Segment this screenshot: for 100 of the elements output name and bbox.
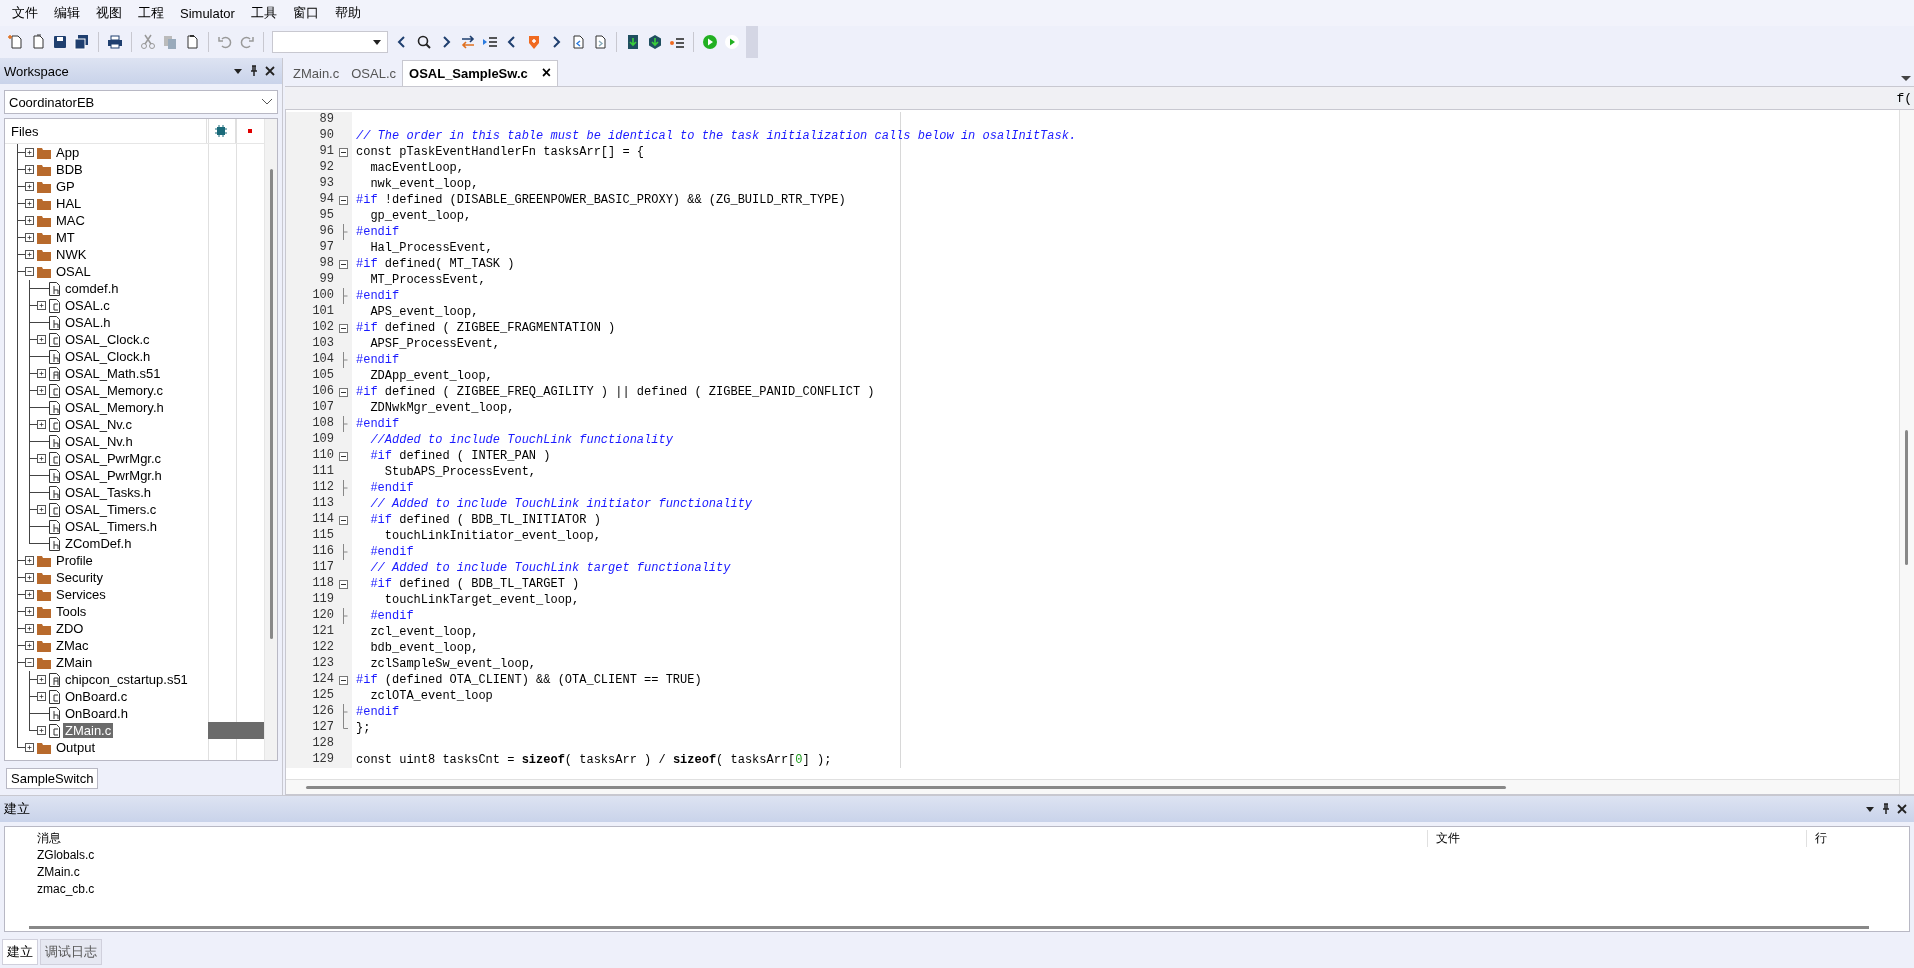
panel-tab[interactable]: SampleSwitch (6, 767, 99, 789)
tree-item[interactable]: OSAL_Memory.h (63, 400, 166, 415)
menu-item[interactable]: 文件 (4, 4, 46, 22)
expand-icon[interactable] (25, 199, 34, 208)
tree-item[interactable]: chipcon_cstartup.s51 (63, 672, 190, 687)
expand-icon[interactable] (25, 607, 34, 616)
tree-item[interactable]: OSAL.h (63, 315, 113, 330)
expand-icon[interactable] (37, 692, 46, 701)
tree-item[interactable]: OSAL_PwrMgr.h (63, 468, 164, 483)
tree-item[interactable]: OSAL_Clock.c (63, 332, 152, 347)
tree-item[interactable]: Services (54, 587, 108, 602)
search-icon[interactable] (416, 34, 432, 50)
scrollbar[interactable] (1899, 110, 1914, 794)
tree-item[interactable]: ZDO (54, 621, 86, 636)
tree-item[interactable]: MT (54, 230, 77, 245)
expand-icon[interactable] (25, 165, 34, 174)
tree-item[interactable]: ZComDef.h (63, 536, 134, 551)
tree-item[interactable]: OSAL_Timers.c (63, 502, 159, 517)
tree-item[interactable]: OnBoard.h (63, 706, 130, 721)
download-icon[interactable] (625, 34, 641, 50)
tree-item[interactable]: OSAL_Tasks.h (63, 485, 153, 500)
expand-icon[interactable] (25, 590, 34, 599)
print-icon[interactable] (107, 34, 123, 50)
collapse-icon[interactable] (25, 267, 34, 276)
expand-icon[interactable] (25, 743, 34, 752)
run-icon[interactable] (702, 34, 718, 50)
menu-item[interactable]: 工程 (130, 4, 172, 22)
menu-item[interactable]: 编辑 (46, 4, 88, 22)
hexagon-download-icon[interactable] (647, 34, 663, 50)
tree-item[interactable]: HAL (54, 196, 84, 211)
menu-item[interactable]: 窗口 (284, 4, 327, 22)
menu-item[interactable]: Simulator (172, 5, 243, 21)
file-tab[interactable]: OSAL_SampleSw.c × (402, 60, 559, 86)
expand-icon[interactable] (37, 675, 46, 684)
collapse-icon[interactable] (25, 658, 34, 667)
new-file-icon[interactable] (8, 34, 24, 50)
fold-icon[interactable] (338, 147, 348, 157)
expand-icon[interactable] (25, 641, 34, 650)
expand-icon[interactable] (37, 335, 46, 344)
panel-tab[interactable]: 建立 (2, 939, 38, 965)
tree-item[interactable]: OSAL_Timers.h (63, 519, 159, 534)
save-icon[interactable] (52, 34, 68, 50)
play-icon[interactable] (724, 34, 740, 50)
fold-icon[interactable] (338, 323, 348, 333)
tree-item[interactable]: NWK (54, 247, 89, 262)
tree-item[interactable]: Tools (54, 604, 89, 619)
expand-icon[interactable] (37, 301, 46, 310)
scrollbar[interactable] (286, 779, 1899, 794)
shield-icon[interactable] (526, 34, 542, 50)
expand-icon[interactable] (37, 454, 46, 463)
tree-item[interactable]: OSAL_Math.s51 (63, 366, 163, 381)
fold-icon[interactable] (338, 259, 348, 269)
expand-icon[interactable] (37, 369, 46, 378)
scrollbar[interactable] (264, 119, 277, 760)
close-tab-button[interactable]: × (541, 65, 552, 81)
fold-icon[interactable] (338, 195, 348, 205)
document-left-icon[interactable] (570, 34, 586, 50)
tree-item[interactable]: OSAL_Nv.h (63, 434, 135, 449)
expand-icon[interactable] (37, 386, 46, 395)
panel-tab[interactable]: 调试日志 (40, 939, 102, 965)
expand-icon[interactable] (25, 250, 34, 259)
file-tab[interactable]: OSAL.c (345, 62, 403, 86)
expand-icon[interactable] (37, 505, 46, 514)
expand-icon[interactable] (25, 556, 34, 565)
tree-item[interactable]: ZMain (54, 655, 95, 670)
file-tab[interactable]: ZMain.c (287, 62, 346, 86)
add-file-icon[interactable] (30, 34, 46, 50)
list-arrow-icon[interactable] (482, 34, 498, 50)
fold-icon[interactable] (338, 451, 348, 461)
tree-item[interactable]: BDB (54, 162, 85, 177)
tree-item[interactable]: Security (54, 570, 105, 585)
expand-icon[interactable] (37, 420, 46, 429)
fold-icon[interactable] (338, 675, 348, 685)
expand-icon[interactable] (25, 573, 34, 582)
expand-icon[interactable] (25, 216, 34, 225)
expand-icon[interactable] (25, 148, 34, 157)
tree-item[interactable]: OSAL_PwrMgr.c (63, 451, 164, 466)
tree-item[interactable]: App (54, 145, 82, 160)
swap-arrows-icon[interactable] (460, 34, 476, 50)
tree-item[interactable]: OSAL_Memory.c (63, 383, 165, 398)
tree-item[interactable]: Output (54, 740, 98, 755)
fold-icon[interactable] (338, 579, 348, 589)
fold-icon[interactable] (338, 515, 348, 525)
message-row[interactable]: ZGlobals.c (29, 847, 1909, 864)
document-right-icon[interactable] (592, 34, 608, 50)
menu-item[interactable]: 视图 (88, 4, 130, 22)
tree-item[interactable]: MAC (54, 213, 87, 228)
tree-item[interactable]: OnBoard.c (63, 689, 130, 704)
tree-item[interactable]: ZMain.c (63, 723, 114, 738)
tree-item[interactable]: OSAL (54, 264, 93, 279)
expand-icon[interactable] (37, 726, 46, 735)
tree-item[interactable]: comdef.h (63, 281, 121, 296)
tree-item[interactable]: OSAL_Nv.c (63, 417, 134, 432)
menu-item[interactable]: 工具 (242, 4, 285, 22)
tree-item[interactable]: ZMac (54, 638, 91, 653)
message-row[interactable]: zmac_cb.c (29, 881, 1909, 898)
tree-item[interactable]: GP (54, 179, 77, 194)
expand-icon[interactable] (25, 233, 34, 242)
tree-item[interactable]: OSAL_Clock.h (63, 349, 153, 364)
expand-icon[interactable] (25, 624, 34, 633)
